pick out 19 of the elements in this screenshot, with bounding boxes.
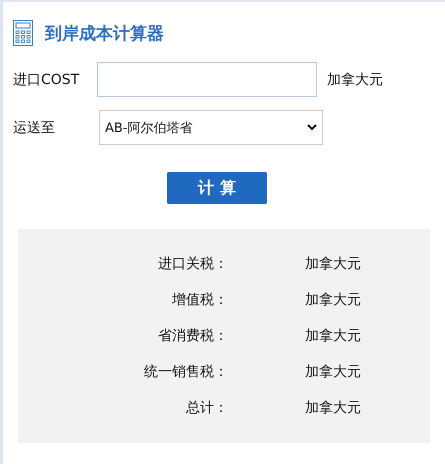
result-value: 加拿大元 <box>305 363 361 381</box>
result-value: 加拿大元 <box>305 255 361 273</box>
currency-label: 加拿大元 <box>327 70 383 88</box>
result-label: 增值税： <box>171 291 228 309</box>
ship-to-label: 运送至 <box>13 118 56 136</box>
result-value: 加拿大元 <box>305 291 361 309</box>
province-dropdown[interactable]: AB-阿尔伯塔省 <box>99 110 323 145</box>
result-label: 统一销售税： <box>143 363 228 381</box>
result-label: 省消费税： <box>157 327 228 345</box>
result-value: 加拿大元 <box>305 399 361 417</box>
result-label: 进口关税： <box>157 255 228 273</box>
calculator-icon <box>13 20 33 46</box>
result-value: 加拿大元 <box>305 327 361 345</box>
result-label: 总计： <box>185 399 228 417</box>
chevron-down-icon <box>307 124 317 131</box>
calculate-button[interactable]: 计 算 <box>167 172 267 204</box>
calculator-title: 到岸成本计算器 <box>45 22 164 44</box>
cost-input-field[interactable] <box>97 62 317 97</box>
import-cost-label: 进口COST <box>13 70 80 88</box>
